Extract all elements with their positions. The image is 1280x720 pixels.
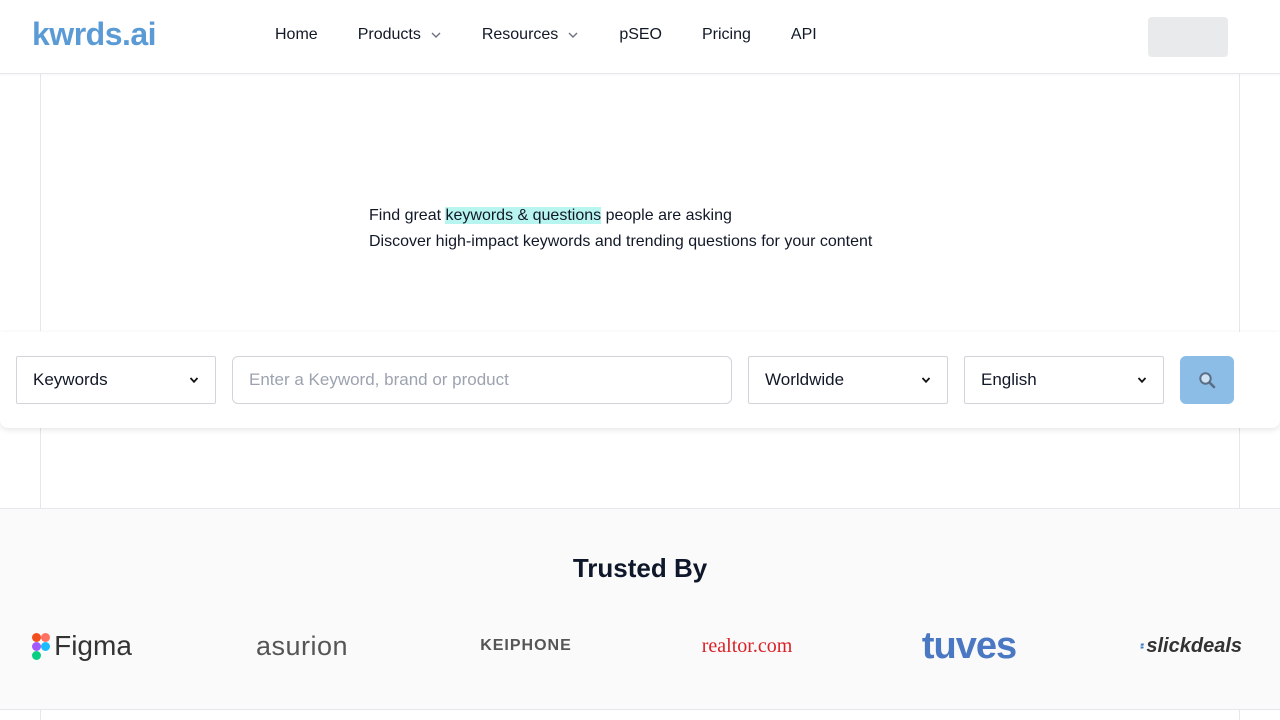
brand-logo-realtor: realtor.com xyxy=(701,634,793,657)
nav-label: Products xyxy=(357,26,421,43)
nav-home[interactable]: Home xyxy=(275,26,318,44)
trusted-by-section: Trusted By Figma asurion KEIPHONE realto… xyxy=(0,508,1280,710)
slickdeals-badge-icon: sd xyxy=(1140,643,1144,649)
account-button-placeholder[interactable] xyxy=(1148,17,1228,57)
nav-pseo[interactable]: pSEO xyxy=(619,26,662,44)
brand-logo-figma: Figma xyxy=(32,624,132,668)
language-select[interactable]: English xyxy=(964,356,1164,404)
nav-label: API xyxy=(790,26,817,43)
svg-text:sd: sd xyxy=(1141,646,1144,648)
search-type-select[interactable]: Keywords xyxy=(16,356,216,404)
nav-label: pSEO xyxy=(619,26,662,43)
hero-highlight: keywords & questions xyxy=(445,207,602,224)
nav-label: Home xyxy=(275,26,318,43)
main-nav: Home Products Resources pSEO Pricing API xyxy=(275,26,857,44)
search-bar: Keywords Worldwide English xyxy=(0,332,1280,428)
chevron-down-icon xyxy=(431,32,441,38)
chevron-down-icon xyxy=(921,377,931,384)
hero-headline: Find great keywords & questions people a… xyxy=(369,207,732,224)
nav-pricing[interactable]: Pricing xyxy=(702,26,751,44)
brand-logo-slickdeals: sd slickdeals xyxy=(1140,624,1242,668)
nav-resources[interactable]: Resources xyxy=(482,26,579,44)
hero-subheadline: Discover high-impact keywords and trendi… xyxy=(369,233,873,250)
chevron-down-icon xyxy=(1137,377,1147,384)
site-header: kwrds.ai Home Products Resources pSEO Pr… xyxy=(0,0,1280,74)
search-input[interactable] xyxy=(232,356,732,404)
nav-label: Pricing xyxy=(702,26,751,43)
search-icon xyxy=(1199,372,1216,389)
page-frame-bottom xyxy=(40,710,1240,720)
chevron-down-icon xyxy=(568,32,578,38)
nav-api[interactable]: API xyxy=(791,26,817,44)
trusted-by-title: Trusted By xyxy=(572,553,708,583)
brand-logo-tuves: tuves xyxy=(921,624,1017,667)
nav-products[interactable]: Products xyxy=(358,26,442,44)
search-button[interactable] xyxy=(1180,356,1234,404)
location-select[interactable]: Worldwide xyxy=(748,356,948,404)
logo[interactable]: kwrds.ai xyxy=(32,16,157,53)
chevron-down-icon xyxy=(189,377,199,384)
figma-icon xyxy=(32,632,51,660)
nav-label: Resources xyxy=(481,26,559,43)
brand-logo-keiphone: KEIPHONE xyxy=(480,637,572,654)
brand-logo-asurion: asurion xyxy=(255,630,349,661)
hero-frame xyxy=(40,74,1240,508)
hero-text: Find great keywords & questions people a… xyxy=(369,203,872,255)
